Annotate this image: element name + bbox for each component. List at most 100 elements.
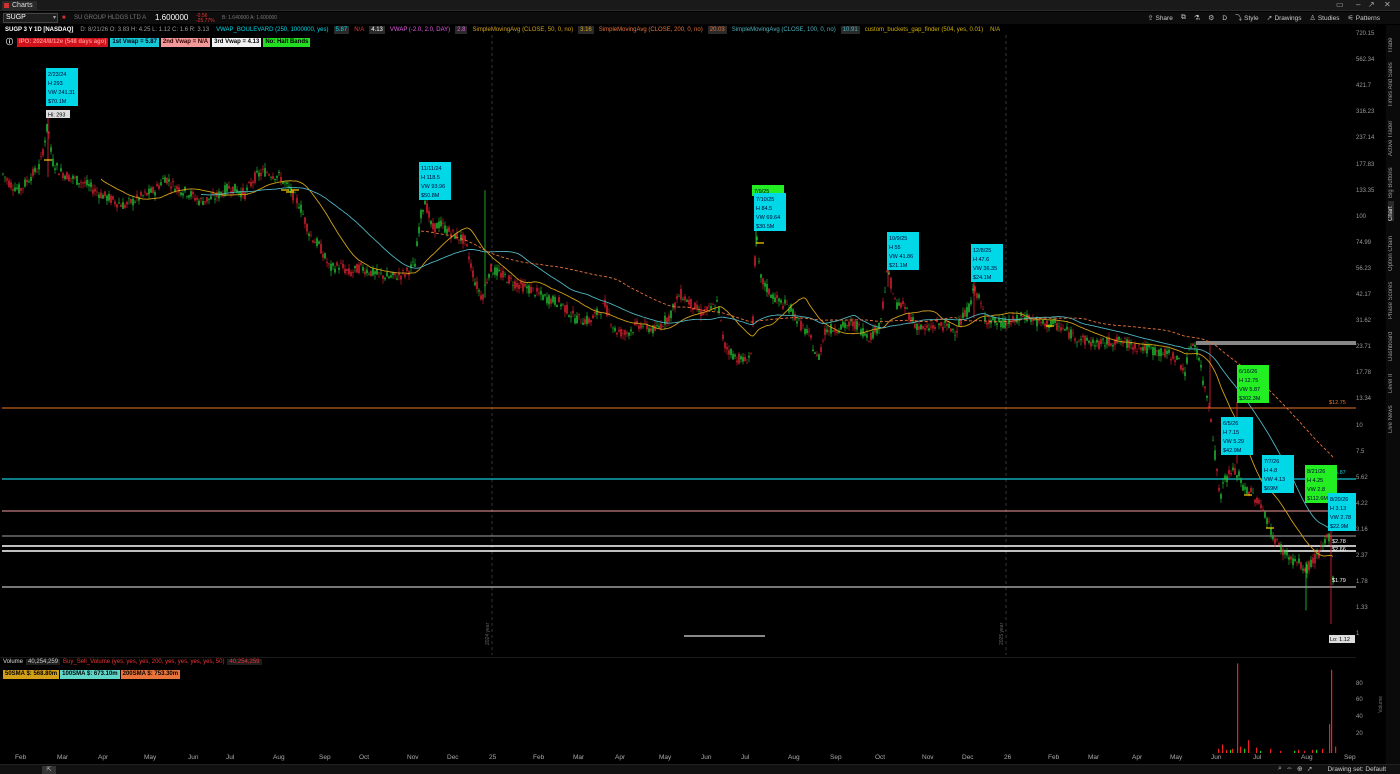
symbol-input[interactable]: SUGP ▾ [3,13,58,23]
candle-body [184,186,186,192]
vwap-boulevard-study[interactable]: VWAP_BOULEVARD (250, 1000000, yes) [214,26,330,34]
sidebar-item-phase-scores[interactable]: Phase Scores [1388,275,1394,319]
zoom-icon[interactable]: ⌕ [1278,765,1282,773]
candle-body [1162,354,1164,356]
sidebar-item-option-chain[interactable]: Option Chain [1388,225,1394,271]
candle-body [430,220,432,225]
candle-body [188,195,190,198]
candle-body [1070,329,1072,339]
candle-body [164,177,166,183]
patterns-button[interactable]: ⚟ Patterns [1348,14,1381,23]
candle-body [952,329,954,331]
candle-body [516,282,518,288]
studies-button[interactable]: ♙ Studies [1310,14,1340,23]
chevron-down-icon[interactable]: ▾ [53,14,56,22]
sma100-study[interactable]: SimpleMovingAvg (CLOSE, 100, 0, no) [730,26,838,34]
annotation-text: $22.9M [1330,524,1349,530]
price-annotation: 6/16/26 H 12.75 VW 5.87 $302.3M [1237,365,1269,403]
time-axis[interactable]: Feb Mar Apr May Jun Jul Aug Sep Oct Nov Dec 25 Feb Ma… [0,753,1356,763]
candle-body [630,329,632,332]
candle-body [1166,350,1168,355]
annotation-text: H 7.15 [1223,430,1239,436]
high-label: Hi: 293 [46,110,70,119]
candle-body [1174,360,1176,363]
drawings-button[interactable]: ➚ Drawings [1267,14,1302,23]
maximize-icon[interactable]: ↗ [1368,0,1375,10]
candle-body [578,313,580,316]
sidebar-item-times-and-sales[interactable]: Times And Sales [1388,55,1394,107]
sma50-study[interactable]: SimpleMovingAvg (CLOSE, 50, 0, no) [470,26,575,34]
price-axis-tick: 237.14 [1356,135,1375,142]
candle-body [1172,352,1174,359]
candle-body [858,324,860,325]
volume-bar [1248,740,1250,753]
candle-body [86,179,88,186]
gap-finder-study[interactable]: custom_buckets_gap_finder (504, yes, 0.0… [863,26,985,34]
candle-body [1106,338,1108,345]
candle-body [574,318,576,324]
sidebar-item-active-trader[interactable]: Active Trader [1388,110,1394,156]
candle-body [1272,536,1274,540]
candle-body [1310,559,1312,567]
period-button[interactable]: D [1222,15,1227,22]
pan-icon[interactable]: ⇔ [1286,765,1293,773]
price-axis-tick: 100 [1356,213,1367,220]
style-button[interactable]: ⤵ Style [1235,13,1258,23]
candle-body [466,244,468,246]
pointer-icon[interactable]: ➚ [1307,765,1313,773]
candle-body [542,294,544,301]
candle-body [264,168,266,177]
annotation-text: $69M [1264,486,1278,492]
flask-button[interactable]: ⚗ [1194,14,1200,22]
annotation-text: $302.3M [1239,396,1261,402]
candle-body [292,189,294,201]
company-name: SU GROUP HLDGS LTD A [74,15,147,21]
candle-body [396,278,398,280]
candle-body [1072,332,1074,334]
restore-window-icon[interactable]: ▭ [1336,0,1344,10]
share-button[interactable]: ⇪ Share [1148,14,1173,23]
candle-body [750,352,752,354]
candle-body [294,192,296,194]
annotation-text: H 4.25 [1307,478,1323,484]
candle-body [46,123,48,132]
sidebar-item-big-buttons[interactable]: Big Buttons [1388,160,1394,198]
collapse-button[interactable]: ⇱ [42,766,56,774]
price-axis-tick: 1.78 [1356,579,1368,586]
candle-body [304,217,306,224]
candle-body [980,303,982,305]
sma200-study[interactable]: SimpleMovingAvg (CLOSE, 200, 0, no) [597,26,705,34]
minimize-icon[interactable]: – [1356,0,1360,10]
candle-body [1282,549,1284,556]
sidebar-item-trade[interactable]: Trade [1388,29,1394,53]
candle-body [506,282,508,284]
candle-body [560,304,562,307]
info-icon[interactable]: ⓘ [4,38,15,47]
crosshair-icon[interactable]: ⊕ [1297,765,1303,773]
candle-body [170,186,172,189]
candle-body [740,356,742,360]
toolbar-actions: ⇪ Share ⧉ ⚗ ⚙ D ⤵ Style ➚ Drawings ♙ Studies… [1148,12,1400,24]
candle-body [284,181,286,183]
detach-button[interactable]: ⧉ [1181,14,1186,22]
close-icon[interactable]: ✕ [1384,0,1391,10]
candle-body [1276,539,1278,540]
sidebar-item-chart[interactable]: Chart [1388,201,1394,221]
candle-body [192,191,194,195]
candle-body [1192,343,1194,347]
alert-icon[interactable]: ■ [62,13,66,23]
settings-button[interactable]: ⚙ [1208,14,1214,22]
band-row: ⓘ IPO: 2024/8/12e (548 days ago) 1st Vwa… [0,37,311,48]
sidebar-item-live-news[interactable]: Live News [1388,397,1394,433]
sidebar-item-dashboard[interactable]: Dashboard [1388,323,1394,361]
candle-body [1234,468,1236,475]
vwap-study[interactable]: VWAP (-2.0, 2.0, DAY) [388,26,452,34]
price-chart[interactable]: 2024 year 2025 year 2/23/24 H 293 VW 241.31 $… [0,35,1356,655]
candle-body [1104,345,1106,347]
sidebar-item-level-ii[interactable]: Level II [1388,365,1394,393]
charts-tab[interactable]: Charts [2,1,37,10]
candle-body [438,221,440,229]
candle-body [102,194,104,199]
candle-body [1190,346,1192,348]
volume-chart[interactable] [0,657,1356,753]
